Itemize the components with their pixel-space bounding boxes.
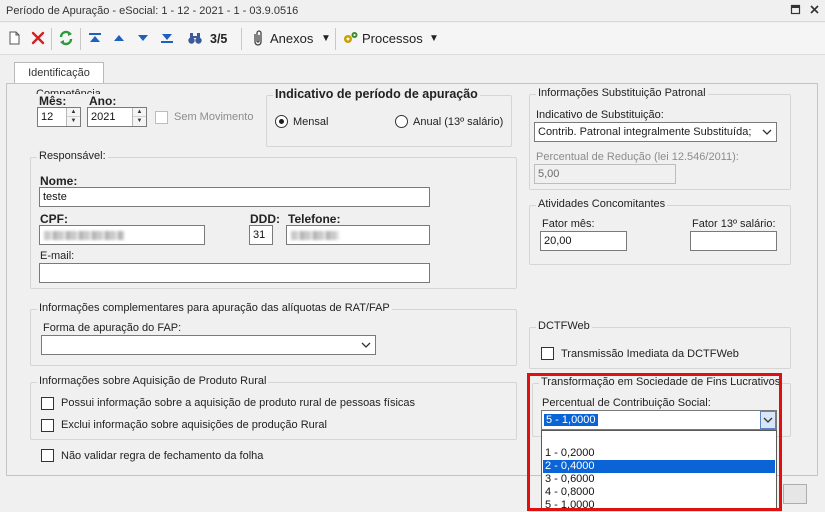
cpf-label: CPF: [40,212,68,226]
possui-informacao-label: Possui informação sobre a aquisição de p… [61,397,416,409]
tab-identificacao[interactable]: Identificação [14,62,104,84]
fator-13-field[interactable] [690,231,777,251]
exclui-informacao-label: Exclui informação sobre aquisições de pr… [61,419,327,431]
paperclip-icon[interactable] [251,30,265,48]
percentual-reducao-field[interactable]: 5,00 [534,164,676,184]
fator-mes-field[interactable]: 20,00 [540,231,627,251]
ano-label: Ano: [89,94,117,108]
transmissao-label: Transmissão Imediata da DCTFWeb [561,348,739,360]
nome-label: Nome: [40,174,78,188]
sem-movimento-checkbox[interactable] [155,111,168,124]
binoculars-icon[interactable] [187,30,203,48]
toolbar-separator [51,28,52,50]
title-bar: Período de Apuração - eSocial: 1 - 12 - … [0,0,825,22]
anual-radio[interactable] [395,115,408,128]
first-record-icon[interactable] [88,30,102,48]
toolbar-separator [335,28,336,50]
dialog-button[interactable] [783,484,807,504]
indicativo-substituicao-label: Indicativo de Substituição: [536,109,664,121]
processos-dropdown-icon[interactable]: ▼ [429,30,439,48]
tab-strip: Identificação [0,56,825,84]
atividades-title: Atividades Concomitantes [536,198,668,210]
rat-fap-title: Informações complementares para apuração… [37,302,392,314]
indicativo-substituicao-value: Contrib. Patronal integralmente Substitu… [538,126,752,138]
anual-label: Anual (13º salário) [413,116,504,128]
previous-record-icon[interactable] [113,30,125,48]
spin-up-icon[interactable]: ▲ [67,108,80,117]
substituicao-title: Informações Substituição Patronal [536,87,708,99]
spin-up-icon[interactable]: ▲ [133,108,146,117]
highlight-annotation-box [527,373,782,511]
toolbar-separator [80,28,81,50]
ano-spinner[interactable]: 2021 ▲ ▼ [87,107,147,127]
redacted-value [44,231,124,240]
close-icon[interactable] [808,4,821,17]
mes-value: 12 [41,111,54,123]
radio-selected-dot [279,119,284,124]
record-position: 3/5 [210,32,228,46]
processos-menu-button[interactable]: Processos [362,30,423,48]
produto-rural-group: Informações sobre Aquisição de Produto R… [30,375,517,440]
telefone-field[interactable] [286,225,430,245]
exclui-informacao-checkbox[interactable] [41,419,54,432]
forma-fap-select[interactable] [41,335,376,355]
ddd-label: DDD: [250,212,280,226]
ano-spin-buttons[interactable]: ▲ ▼ [132,108,146,126]
next-record-icon[interactable] [137,30,149,48]
email-label: E-mail: [40,250,75,262]
email-field[interactable] [39,263,430,283]
mes-label: Mês: [39,94,67,108]
fator-13-label: Fator 13º salário: [692,218,776,230]
ddd-field[interactable]: 31 [249,225,273,245]
sem-movimento-label: Sem Movimento [174,111,254,123]
spin-down-icon[interactable]: ▼ [133,117,146,126]
mensal-radio[interactable] [275,115,288,128]
last-record-icon[interactable] [160,30,174,48]
mes-spinner[interactable]: 12 ▲ ▼ [37,107,81,127]
chevron-down-icon[interactable] [762,123,772,148]
nao-validar-label: Não validar regra de fechamento da folha [61,450,264,462]
cpf-field[interactable] [39,225,205,245]
redacted-value [291,231,339,240]
toolbar-separator [241,28,242,50]
window-title: Período de Apuração - eSocial: 1 - 12 - … [6,5,299,17]
nome-field[interactable]: teste [39,187,430,207]
produto-rural-title: Informações sobre Aquisição de Produto R… [37,375,269,387]
possui-informacao-checkbox[interactable] [41,397,54,410]
restore-icon[interactable] [789,4,802,17]
responsavel-title: Responsável: [37,150,108,162]
delete-icon[interactable] [31,30,45,48]
percentual-reducao-label: Percentual de Redução (lei 12.546/2011): [536,151,739,163]
fator-mes-label: Fator mês: [542,218,595,230]
ano-value: 2021 [91,111,116,123]
indicativo-substituicao-select[interactable]: Contrib. Patronal integralmente Substitu… [534,122,777,142]
chevron-down-icon[interactable] [361,336,371,361]
forma-fap-label: Forma de apuração do FAP: [43,322,182,334]
new-document-icon[interactable] [9,30,21,48]
telefone-label: Telefone: [288,212,341,226]
indicativo-periodo-title: Indicativo de período de apuração [273,87,480,101]
mensal-label: Mensal [293,116,329,128]
toolbar: 3/5 Anexos ▼ Processos ▼ [0,23,825,55]
transmissao-checkbox[interactable] [541,347,554,360]
mes-spin-buttons[interactable]: ▲ ▼ [66,108,80,126]
spin-down-icon[interactable]: ▼ [67,117,80,126]
anexos-dropdown-icon[interactable]: ▼ [321,30,331,48]
refresh-icon[interactable] [58,30,74,48]
nao-validar-checkbox[interactable] [41,449,54,462]
anexos-menu-button[interactable]: Anexos [270,30,313,48]
gears-icon[interactable] [342,30,359,48]
dctfweb-title: DCTFWeb [536,320,592,332]
